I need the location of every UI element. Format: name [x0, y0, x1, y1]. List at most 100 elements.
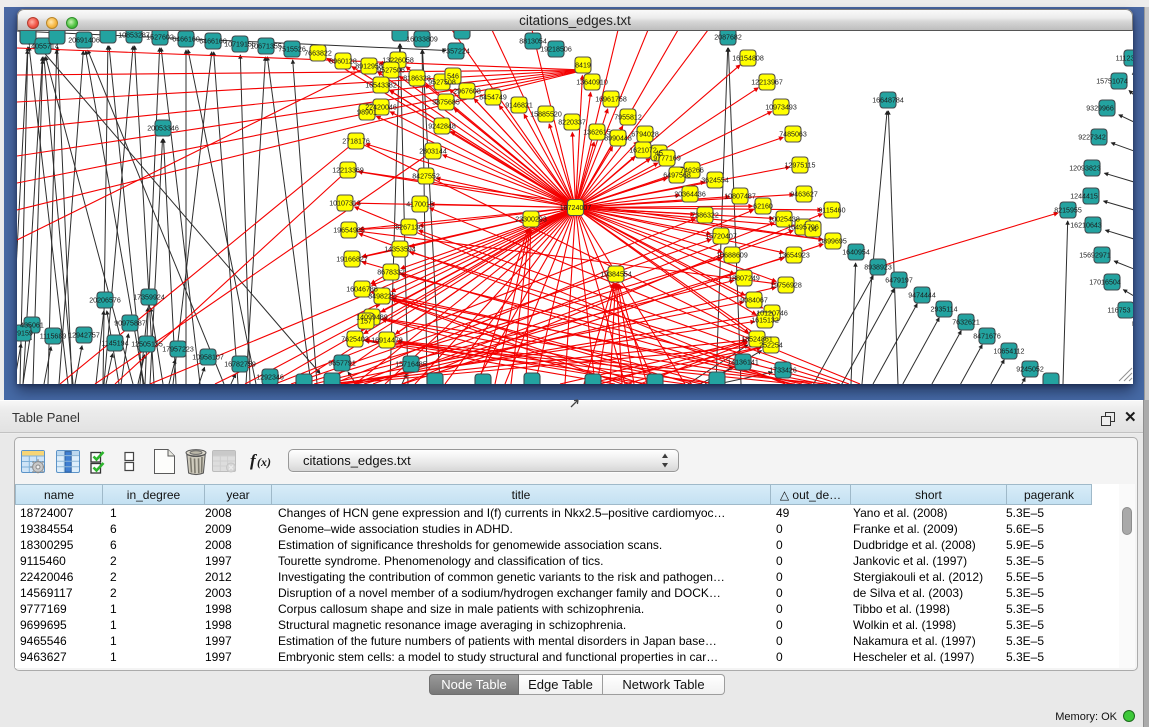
- svg-text:20691406: 20691406: [68, 37, 100, 45]
- svg-text:18724007: 18724007: [560, 204, 592, 212]
- svg-text:12975115: 12975115: [784, 162, 815, 170]
- svg-text:23300293: 23300293: [515, 216, 547, 224]
- svg-text:20206576: 20206576: [89, 297, 121, 305]
- svg-text:2718176: 2718176: [342, 138, 370, 146]
- svg-text:8678332: 8678332: [377, 269, 405, 277]
- svg-text:8990448: 8990448: [604, 135, 632, 143]
- svg-text:10973493: 10973493: [765, 104, 797, 112]
- svg-text:15751074: 15751074: [1096, 78, 1128, 86]
- svg-text:8938923: 8938923: [864, 264, 892, 272]
- svg-text:16543382: 16543382: [365, 82, 397, 90]
- svg-text:1527602: 1527602: [146, 34, 174, 42]
- svg-text:8813054: 8813054: [519, 38, 547, 46]
- svg-text:15716485: 15716485: [395, 361, 427, 369]
- svg-text:2803144: 2803144: [419, 148, 447, 156]
- svg-text:12213967: 12213967: [751, 79, 783, 87]
- svg-text:2935114: 2935114: [930, 306, 957, 314]
- svg-text:20053346: 20053346: [147, 125, 179, 133]
- svg-text:9242848: 9242848: [428, 123, 456, 131]
- svg-text:9474444: 9474444: [908, 292, 936, 300]
- svg-text:7386322: 7386322: [691, 212, 719, 220]
- svg-text:7625402: 7625402: [341, 336, 369, 344]
- svg-text:16648784: 16648784: [872, 97, 904, 105]
- svg-text:19218506: 19218506: [540, 46, 572, 54]
- svg-text:116753: 116753: [1107, 307, 1130, 315]
- svg-text:546: 546: [447, 73, 459, 81]
- svg-text:10853287: 10853287: [118, 32, 150, 40]
- svg-text:1640954: 1640954: [842, 249, 870, 257]
- svg-text:9329966: 9329966: [1086, 105, 1114, 113]
- svg-text:3875685: 3875685: [432, 99, 460, 107]
- svg-text:10025438: 10025438: [768, 216, 800, 224]
- svg-text:7632621: 7632621: [952, 319, 980, 327]
- svg-text:17957223: 17957223: [162, 346, 194, 354]
- svg-text:8215955: 8215955: [1054, 207, 1082, 215]
- svg-text:16033809: 16033809: [406, 36, 438, 44]
- svg-text:3498222: 3498222: [368, 293, 396, 301]
- svg-text:10671355: 10671355: [250, 43, 282, 51]
- svg-text:8419: 8419: [575, 62, 591, 70]
- svg-text:1615132: 1615132: [751, 317, 779, 325]
- svg-text:9463627: 9463627: [790, 191, 818, 199]
- svg-text:2087682: 2087682: [714, 34, 742, 42]
- svg-text:11123: 11123: [1116, 55, 1133, 63]
- svg-text:252254: 252254: [759, 342, 783, 350]
- svg-text:17359924: 17359924: [133, 294, 165, 302]
- svg-text:6497568: 6497568: [663, 172, 691, 180]
- svg-text:19384554: 19384554: [600, 271, 632, 279]
- svg-text:18807249: 18807249: [728, 275, 760, 283]
- svg-text:39159: 39159: [17, 330, 33, 338]
- svg-text:04: 04: [809, 226, 817, 234]
- svg-text:19654985: 19654985: [333, 227, 365, 235]
- svg-text:13654923: 13654923: [778, 252, 810, 260]
- svg-text:10107313: 10107313: [329, 200, 361, 208]
- svg-text:14136141: 14136141: [727, 359, 759, 367]
- svg-text:7955812: 7955812: [614, 114, 642, 122]
- svg-text:12505135: 12505135: [131, 341, 163, 349]
- svg-text:12942757: 12942757: [68, 332, 100, 340]
- svg-text:1733426: 1733426: [769, 367, 797, 375]
- svg-text:20364436: 20364436: [674, 191, 706, 199]
- svg-text:3624554: 3624554: [701, 177, 729, 185]
- svg-text:12093823: 12093823: [1069, 165, 1101, 173]
- svg-text:9227342: 9227342: [1078, 134, 1106, 142]
- svg-text:19166827: 19166827: [336, 256, 368, 264]
- svg-text:1244415: 1244415: [1070, 193, 1098, 201]
- svg-text:9084067: 9084067: [740, 297, 768, 305]
- svg-text:8454749: 8454749: [479, 94, 507, 102]
- svg-text:9115460: 9115460: [818, 207, 845, 215]
- svg-text:1115689: 1115689: [40, 333, 67, 341]
- svg-text:9777169: 9777169: [653, 155, 681, 163]
- svg-text:1292346: 1292346: [256, 374, 284, 382]
- svg-text:15885520: 15885520: [530, 111, 562, 119]
- svg-text:9657791: 9657791: [328, 360, 356, 368]
- svg-text:4170016: 4170016: [406, 201, 434, 209]
- svg-text:15720407: 15720407: [705, 233, 737, 241]
- svg-text:7663822: 7663822: [304, 50, 332, 58]
- svg-text:6466160: 6466160: [199, 38, 227, 46]
- svg-text:157: 157: [360, 318, 372, 326]
- svg-text:(x): (x): [257, 455, 271, 469]
- svg-text:8220337: 8220337: [558, 119, 586, 127]
- svg-text:0899695: 0899695: [819, 238, 847, 246]
- svg-text:98901: 98901: [357, 109, 377, 117]
- svg-text:10654112: 10654112: [993, 348, 1024, 356]
- svg-text:8960128: 8960128: [329, 58, 357, 66]
- svg-text:10688609: 10688609: [716, 252, 748, 260]
- svg-text:14353594: 14353594: [384, 246, 416, 254]
- svg-text:6479197: 6479197: [885, 277, 913, 285]
- svg-text:7357224: 7357224: [442, 48, 470, 56]
- svg-text:13640910: 13640910: [576, 79, 608, 87]
- svg-text:1621072: 1621072: [629, 147, 657, 155]
- svg-text:16782759: 16782759: [224, 361, 256, 369]
- svg-text:2967608: 2967608: [453, 88, 481, 96]
- svg-text:7485063: 7485063: [779, 131, 807, 139]
- svg-text:14055714: 14055714: [27, 43, 59, 51]
- svg-text:90975887: 90975887: [114, 320, 146, 328]
- svg-text:7515526: 7515526: [278, 46, 306, 54]
- svg-text:8427552: 8427552: [412, 173, 440, 181]
- svg-text:17016504: 17016504: [1089, 279, 1121, 287]
- svg-text:8471676: 8471676: [973, 333, 1001, 341]
- svg-text:8186328: 8186328: [403, 75, 431, 83]
- svg-text:8267130: 8267130: [395, 224, 423, 232]
